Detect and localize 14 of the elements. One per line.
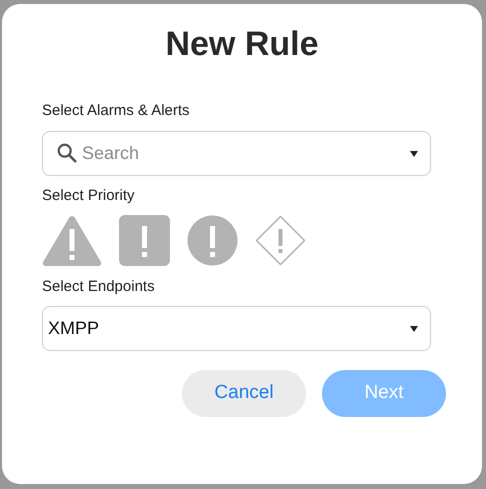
field-label: Select Priority: [42, 187, 136, 205]
exclamation-circle-icon[interactable]: [187, 215, 238, 266]
field-label: Select Alarms & Alerts: [42, 102, 191, 120]
cancel-button[interactable]: Cancel: [182, 370, 306, 417]
dropdown-caret-icon: [410, 151, 418, 157]
field-label: Select Endpoints: [42, 278, 156, 296]
exclamation-square-icon[interactable]: [119, 215, 170, 266]
endpoint-select[interactable]: XMPP: [42, 306, 431, 351]
dialog-title: New Rule: [165, 24, 319, 64]
dropdown-caret-icon: [410, 326, 418, 332]
warning-triangle-icon[interactable]: [42, 215, 102, 267]
search-field[interactable]: Search: [42, 131, 431, 176]
exclamation-diamond-icon[interactable]: [255, 215, 306, 266]
search-icon: [56, 142, 78, 164]
